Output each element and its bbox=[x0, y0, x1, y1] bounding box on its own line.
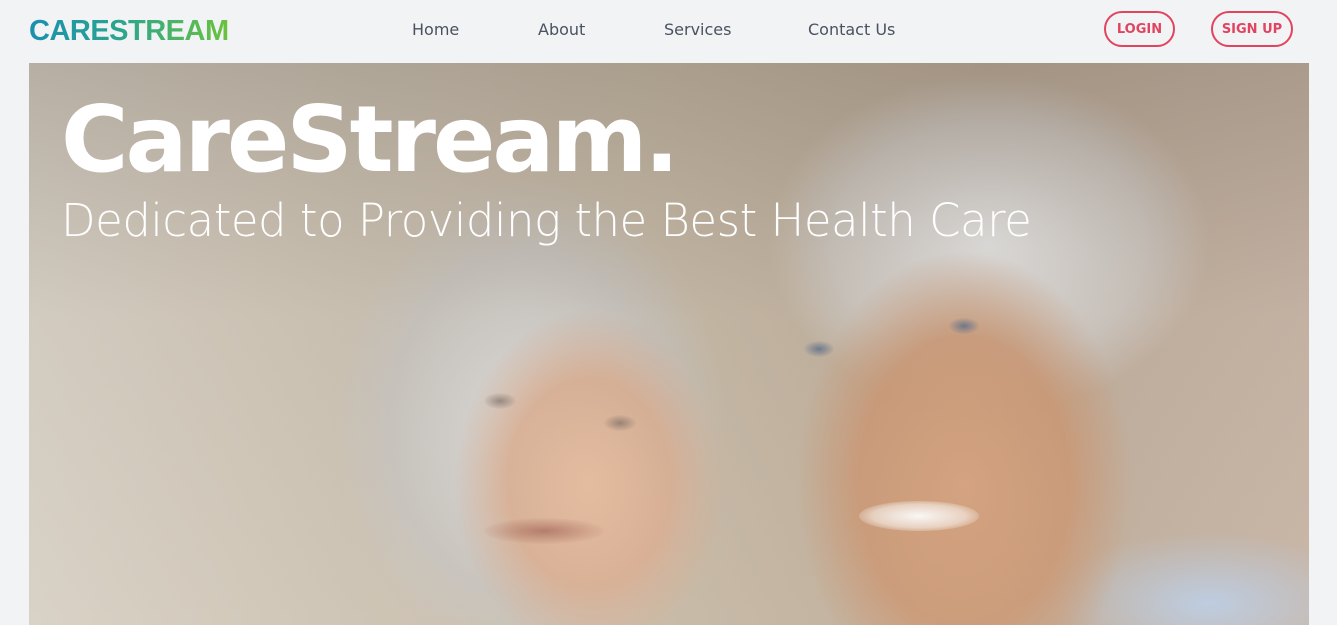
login-button[interactable]: LOGIN bbox=[1104, 11, 1175, 47]
nav-link-about[interactable]: About bbox=[538, 20, 585, 39]
brand-logo[interactable]: CARESTREAM bbox=[29, 14, 229, 48]
hero-title: CareStream. bbox=[61, 86, 679, 193]
navbar: CARESTREAM Home About Services Contact U… bbox=[0, 0, 1337, 63]
nav-link-services[interactable]: Services bbox=[664, 20, 731, 39]
hero-subtitle: Dedicated to Providing the Best Health C… bbox=[61, 194, 1032, 247]
nav-link-home[interactable]: Home bbox=[412, 20, 459, 39]
nav-link-contact-us[interactable]: Contact Us bbox=[808, 20, 895, 39]
hero-banner: CareStream. Dedicated to Providing the B… bbox=[29, 63, 1309, 625]
signup-button[interactable]: SIGN UP bbox=[1211, 11, 1293, 47]
